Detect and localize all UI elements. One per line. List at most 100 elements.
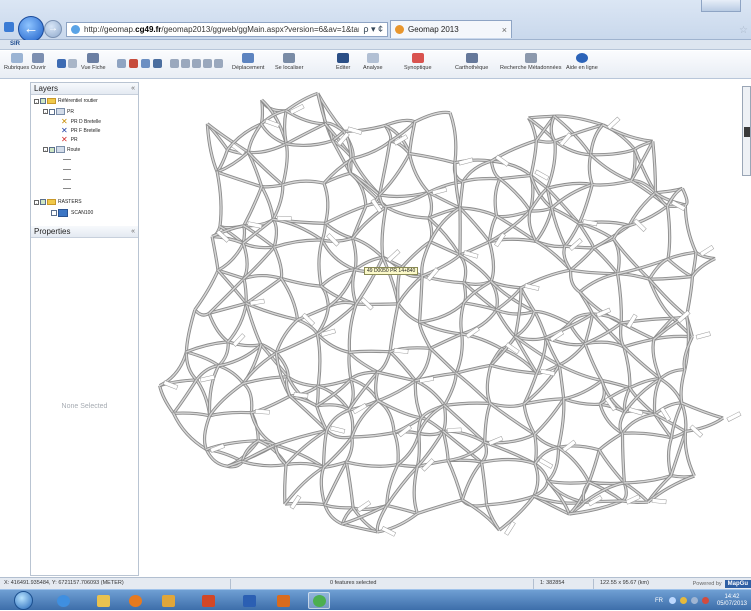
road-segment — [197, 380, 210, 416]
task-media[interactable] — [124, 592, 146, 609]
clock[interactable]: 14:42 05/07/2013 — [717, 594, 747, 608]
se-localiser-button[interactable]: Se localiser — [275, 53, 303, 71]
expand-icon[interactable]: - — [34, 99, 39, 104]
layer-checkbox[interactable] — [49, 109, 55, 115]
layer-rasters[interactable]: - RASTERS — [34, 199, 82, 205]
road-segment-fill — [430, 348, 456, 373]
road-segment — [660, 379, 682, 403]
recherche-button[interactable]: Recherche Métadonnées — [500, 53, 561, 71]
zoom-extent-icon[interactable] — [203, 59, 212, 68]
road-segment-fill — [390, 304, 398, 352]
network-icon[interactable] — [691, 597, 698, 604]
task-powerpoint[interactable] — [197, 592, 219, 609]
road-segment — [378, 401, 421, 418]
zoom-prev-icon[interactable] — [214, 59, 223, 68]
window-controls[interactable] — [701, 0, 741, 12]
road-segment — [353, 141, 390, 158]
deplacement-button[interactable]: Déplacement — [232, 53, 264, 71]
road-segment-fill — [346, 462, 353, 508]
layer-icon — [56, 146, 65, 153]
ie-page-icon — [4, 22, 14, 32]
folder-icon — [97, 595, 110, 607]
road-segment — [174, 413, 207, 449]
zoom-slider[interactable] — [742, 86, 751, 176]
zoom-out-icon[interactable] — [181, 59, 190, 68]
analyse-button[interactable]: Analyse — [363, 53, 383, 71]
road-label — [628, 407, 643, 415]
layer-scan100[interactable]: SCAN100 — [51, 209, 93, 217]
task-word[interactable] — [238, 592, 260, 609]
road-segment — [491, 161, 500, 179]
buffer-icon[interactable] — [153, 59, 162, 68]
forward-button[interactable]: → — [44, 20, 62, 38]
rubriques-button[interactable]: Rubriques — [4, 53, 29, 71]
layer-route[interactable]: - Route — [43, 146, 80, 153]
road-label — [459, 158, 474, 165]
raster-icon — [58, 209, 68, 217]
print-icon[interactable] — [68, 59, 77, 68]
search-refresh-icons[interactable]: ρ ▾ ¢ — [363, 24, 383, 35]
zoom-slider-thumb[interactable] — [744, 127, 750, 137]
layer-checkbox[interactable] — [49, 147, 55, 153]
road-segment — [416, 348, 431, 380]
road-segment — [422, 255, 460, 276]
volume-icon[interactable] — [702, 597, 709, 604]
task-outlook[interactable] — [157, 592, 179, 609]
layer-root[interactable]: - Référentiel routier — [34, 98, 98, 104]
favorites-star-icon[interactable]: ☆ — [739, 25, 748, 36]
select-all-icon[interactable] — [141, 59, 150, 68]
url-text[interactable]: http://geomap.cg49.fr/geomap2013/ggweb/g… — [84, 25, 359, 34]
collapse-properties-icon[interactable]: « — [131, 228, 135, 235]
collapse-layers-icon[interactable]: « — [131, 85, 135, 92]
back-button[interactable]: ← — [18, 16, 44, 42]
road-segment-fill — [534, 312, 545, 338]
task-chrome[interactable] — [308, 592, 330, 609]
ouvrir-button[interactable]: Ouvrir — [31, 53, 46, 71]
layer-checkbox[interactable] — [40, 98, 46, 104]
layer-pr-group[interactable]: - PR — [43, 108, 74, 115]
language-indicator[interactable]: FR — [655, 598, 663, 604]
aide-button[interactable]: Aide en ligne — [566, 53, 598, 71]
cartotheque-button[interactable]: Carthothèque — [455, 53, 488, 71]
legend-pr-d: ✕ PR D Bretelle — [61, 118, 101, 126]
task-explorer[interactable] — [92, 592, 114, 609]
road-segment-fill — [244, 187, 262, 226]
road-segment — [685, 205, 696, 252]
properties-header: Properties « — [31, 226, 138, 238]
layer-checkbox[interactable] — [51, 210, 57, 216]
task-publisher[interactable] — [272, 592, 294, 609]
tab-close-icon[interactable]: × — [502, 25, 507, 35]
road-segment — [378, 381, 415, 401]
folder-icon — [47, 98, 56, 104]
road-segment — [327, 410, 349, 430]
road-label — [419, 376, 433, 382]
editer-button[interactable]: Editer — [336, 53, 350, 71]
start-button[interactable] — [14, 591, 33, 610]
road-label — [727, 412, 741, 422]
legend-pr-f: ✕ PR F Bretelle — [61, 127, 100, 135]
road-segment — [535, 434, 559, 447]
zoom-in-icon[interactable] — [170, 59, 179, 68]
tray-arrow-icon[interactable] — [669, 597, 676, 604]
map-canvas[interactable]: 49 D0050 PR 14+840 — [140, 80, 751, 577]
vue-fiche-button[interactable]: Vue Fiche — [81, 53, 106, 71]
road-segment — [622, 414, 654, 433]
task-ie[interactable] — [52, 592, 74, 609]
legend-line-1 — [63, 159, 71, 160]
zoom-rect-icon[interactable] — [192, 59, 201, 68]
legend-pr: ✕ PR — [61, 136, 78, 144]
legend-line-4 — [63, 188, 71, 189]
tray-app-icon[interactable] — [680, 597, 687, 604]
expand-icon[interactable]: - — [43, 109, 48, 114]
road-segment — [416, 381, 445, 406]
expand-icon[interactable]: - — [34, 200, 39, 205]
select-icon[interactable] — [117, 59, 126, 68]
address-bar[interactable]: http://geomap.cg49.fr/geomap2013/ggweb/g… — [66, 22, 388, 37]
clear-select-icon[interactable] — [129, 59, 138, 68]
tab-geomap[interactable]: Geomap 2013 × — [390, 20, 512, 38]
layer-checkbox[interactable] — [40, 199, 46, 205]
synoptique-button[interactable]: Synoptique — [404, 53, 432, 71]
expand-icon[interactable]: - — [43, 147, 48, 152]
road-segment — [262, 187, 274, 220]
save-icon[interactable] — [57, 59, 66, 68]
